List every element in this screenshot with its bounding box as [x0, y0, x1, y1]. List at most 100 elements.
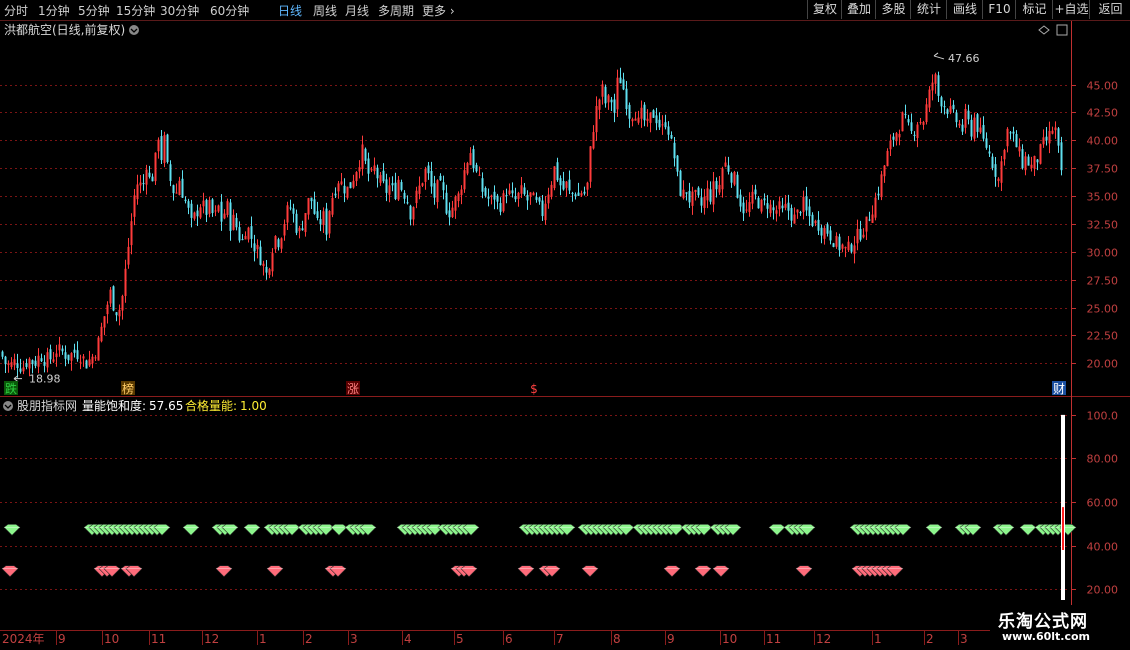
candle-body	[526, 194, 529, 201]
candle-body	[478, 174, 481, 176]
candle-body	[355, 172, 358, 182]
candle-body	[43, 361, 46, 366]
candle-body	[871, 214, 874, 224]
price-tick-label: 35.00	[1087, 191, 1119, 204]
red-gem	[712, 565, 730, 578]
candle-body	[64, 352, 67, 359]
candle-body	[103, 316, 106, 328]
candle-body	[952, 104, 955, 110]
red-gem	[1, 565, 19, 578]
candle-body	[907, 119, 910, 123]
candle-body	[643, 104, 646, 121]
red-gem	[517, 565, 535, 578]
price-tick-label: 25.00	[1087, 303, 1119, 316]
candle-body	[910, 122, 913, 131]
candle-body	[742, 202, 745, 214]
candle-body	[13, 359, 16, 366]
chart-title: 洪都航空(日线,前复权)	[4, 22, 125, 37]
diamond-icon[interactable]	[1038, 25, 1050, 35]
chart-canvas[interactable]: 20.00 22.50 25.00 27.50 30.00 32.50 35.00 37.50…	[0, 0, 1130, 650]
candle-body	[370, 169, 373, 171]
candle-body	[874, 197, 877, 218]
candle-body	[190, 203, 193, 218]
candle-body	[571, 192, 574, 194]
candle-body	[745, 209, 748, 211]
price-tick-label: 20.00	[1087, 358, 1119, 371]
indicator-tick-label: 40.00	[1087, 541, 1119, 554]
indicator-tick-label: 100.0	[1087, 410, 1119, 423]
candle-body	[826, 224, 829, 234]
candle-body	[850, 244, 853, 252]
candle-body	[121, 295, 124, 311]
candle-body	[52, 359, 55, 362]
candle-body	[205, 199, 208, 215]
candle-body	[337, 183, 340, 192]
price-tick-label: 27.50	[1087, 275, 1119, 288]
candle-body	[520, 185, 523, 194]
candle-body	[1024, 156, 1027, 171]
candle-body	[640, 107, 643, 119]
candle-body	[934, 74, 937, 84]
candle-body	[472, 149, 475, 169]
candle-body	[670, 135, 673, 139]
candle-body	[991, 156, 994, 168]
candle-body	[367, 158, 370, 174]
candle-body	[271, 253, 274, 272]
candle-body	[958, 123, 961, 126]
candle-body	[226, 201, 229, 215]
candle-body	[97, 337, 100, 361]
candle-body	[496, 195, 499, 202]
indicator-dropdown-icon[interactable]	[3, 401, 13, 411]
candle-body	[913, 134, 916, 136]
candle-body	[166, 134, 169, 163]
candle-body	[418, 185, 421, 194]
candle-body	[136, 184, 139, 200]
candle-body	[502, 193, 505, 212]
price-tick-label: 40.00	[1087, 135, 1119, 148]
candle-body	[940, 97, 943, 107]
candle-body	[631, 119, 634, 122]
candle-body	[916, 124, 919, 138]
candle-body	[604, 86, 607, 104]
candle-body	[886, 150, 889, 167]
time-label: 7	[556, 632, 564, 646]
candle-body	[592, 132, 595, 149]
candle-body	[778, 201, 781, 210]
candle-body	[1054, 127, 1057, 131]
candle-body	[358, 167, 361, 172]
candle-body	[685, 192, 688, 194]
candle-body	[328, 211, 331, 234]
candle-body	[565, 181, 568, 188]
candle-body	[130, 221, 133, 246]
candle-body	[34, 360, 37, 366]
candle-body	[697, 187, 700, 196]
candle-body	[766, 203, 769, 209]
title-dropdown-icon[interactable]	[129, 25, 139, 35]
candle-body	[649, 112, 652, 123]
candle-body	[736, 174, 739, 198]
candle-body	[856, 228, 859, 244]
candle-body	[304, 212, 307, 233]
candle-body	[763, 198, 766, 201]
candle-body	[790, 207, 793, 221]
candle-body	[754, 189, 757, 195]
candle-body	[1, 351, 4, 357]
candle-body	[700, 197, 703, 206]
candle-body	[394, 182, 397, 200]
candle-body	[1045, 136, 1048, 141]
candle-body	[415, 190, 418, 204]
maximize-icon[interactable]	[1056, 24, 1068, 36]
time-label: 10	[722, 632, 737, 646]
red-gem	[694, 565, 712, 578]
red-gem	[581, 565, 599, 578]
time-label: 5	[456, 632, 464, 646]
candle-body	[184, 199, 187, 202]
candle-body	[787, 202, 790, 211]
candle-body	[985, 138, 988, 148]
candle-body	[118, 309, 121, 317]
candle-body	[721, 168, 724, 190]
candle-body	[1039, 144, 1042, 164]
candle-body	[463, 170, 466, 190]
candle-body	[541, 200, 544, 217]
candle-body	[805, 196, 808, 211]
